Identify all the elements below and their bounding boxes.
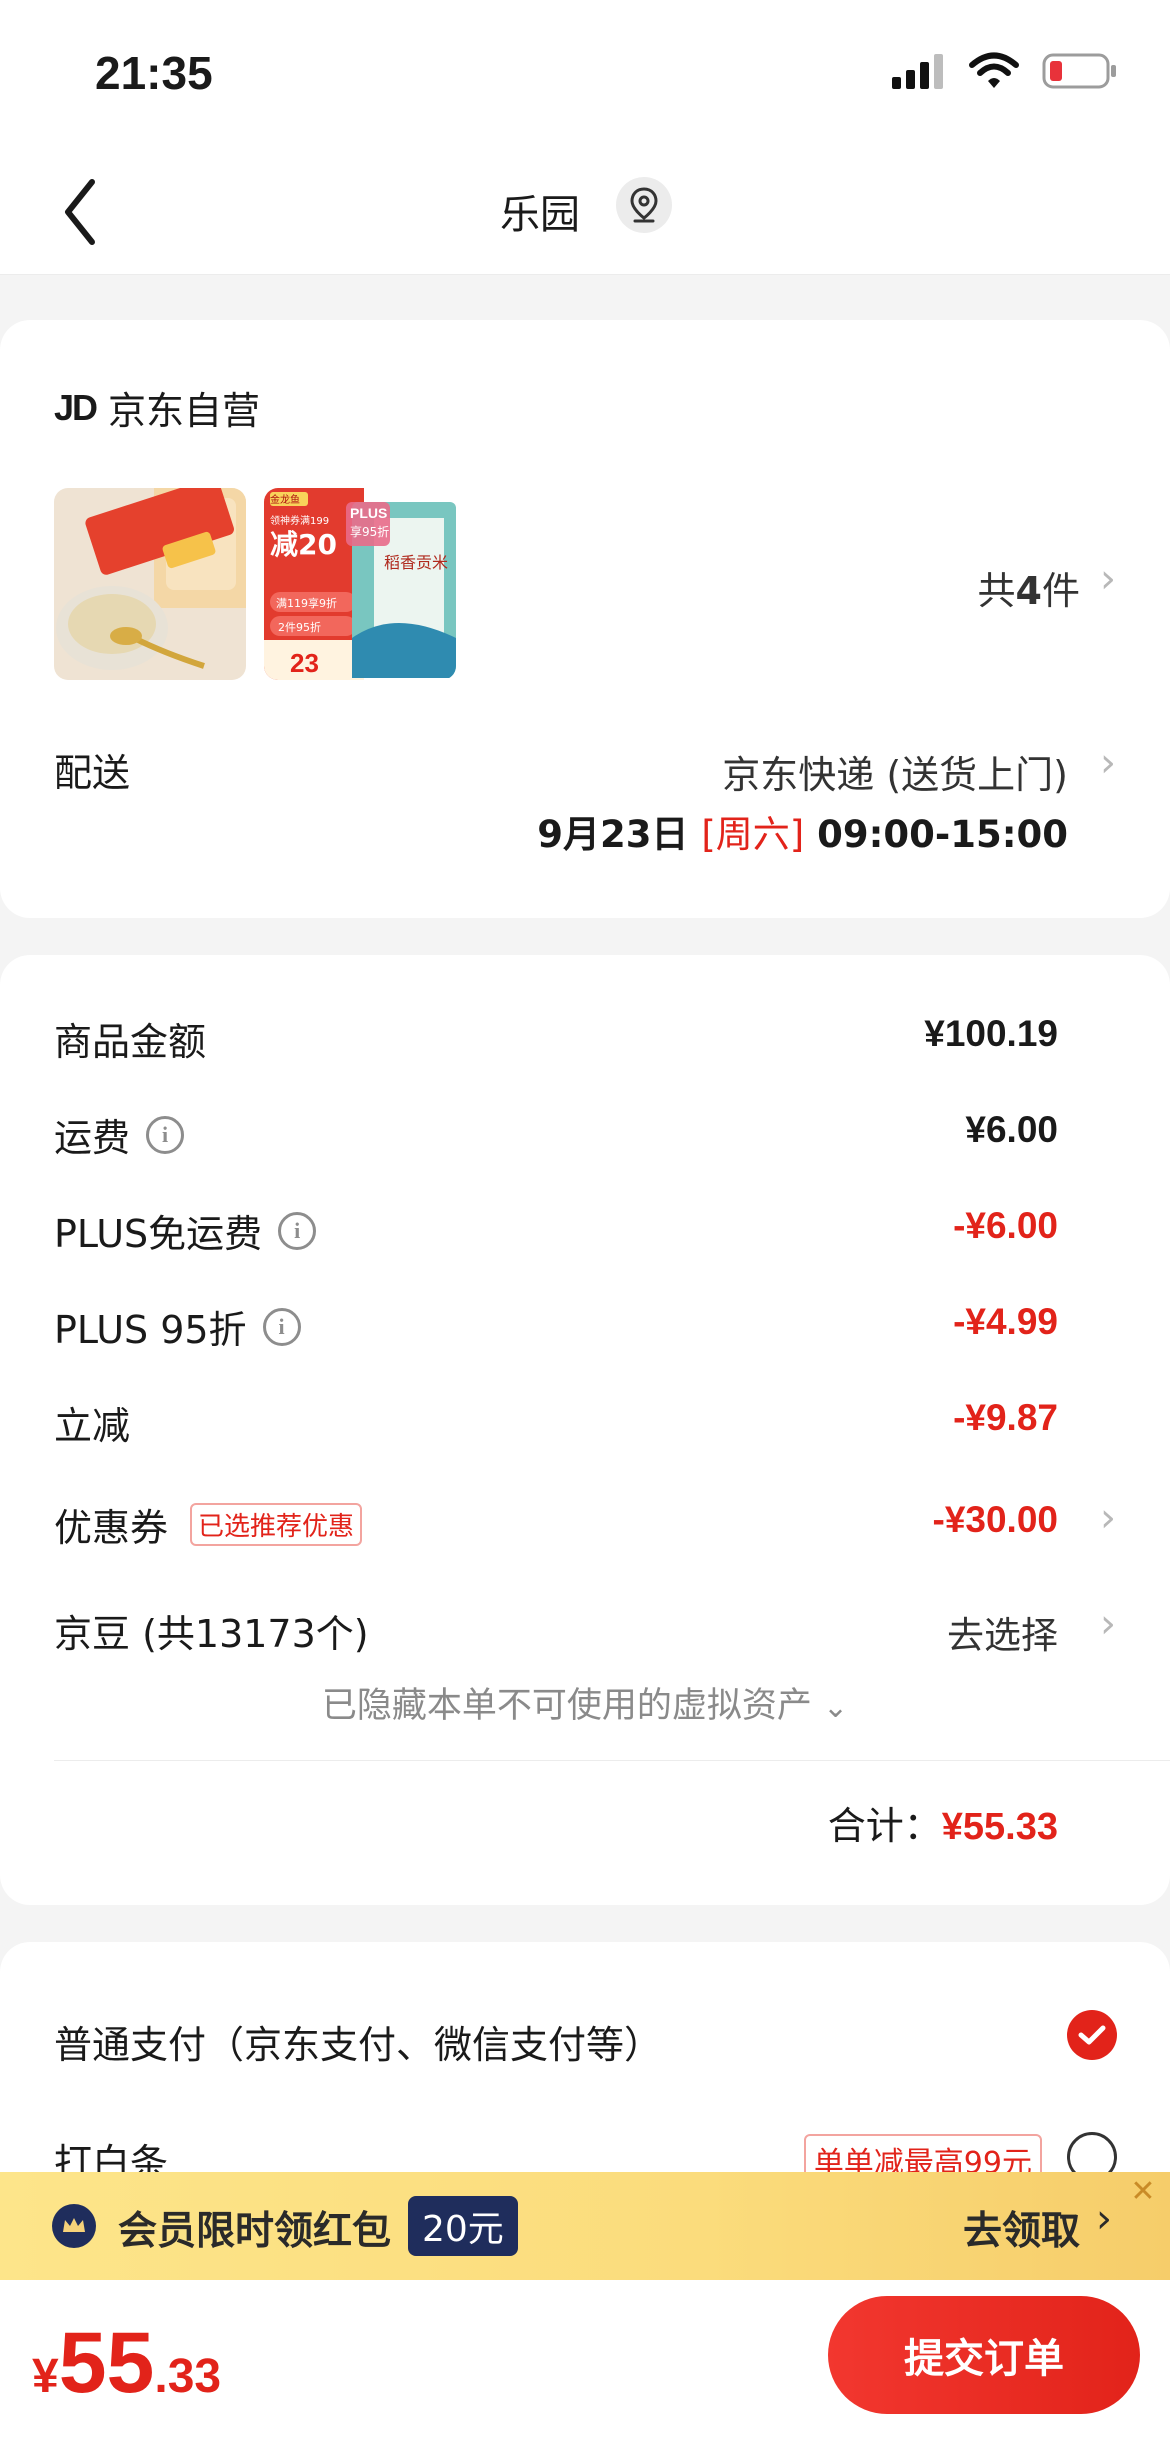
jingdou-chevron-icon[interactable]: › (1100, 1601, 1116, 1647)
banner-chevron-icon[interactable]: › (1096, 2196, 1112, 2242)
crown-icon (52, 2204, 96, 2248)
jd-logo-icon: JD (54, 386, 98, 428)
rice-name-text: 稻香贡米 (384, 553, 448, 572)
total-value: ¥55.33 (941, 1806, 1058, 1848)
rice-plus-sub: 享95折 (350, 524, 389, 539)
item-count[interactable]: 共4件 (978, 560, 1080, 615)
signal-icon (892, 54, 943, 89)
battery-icon (1042, 53, 1116, 89)
shop-name: 京东自营 (108, 389, 261, 433)
delivery-label: 配送 (54, 751, 131, 795)
chevron-down-icon: ⌄ (823, 1690, 849, 1725)
shipping-info-icon[interactable]: i (146, 1115, 185, 1154)
footer-price: ¥55.33 (32, 2314, 221, 2413)
plus-discount-info-icon[interactable]: i (262, 1307, 301, 1346)
plus-discount-value: -¥4.99 (953, 1301, 1058, 1342)
product-thumbnail-biscuit[interactable] (54, 488, 246, 680)
close-icon[interactable]: ✕ (1124, 2172, 1162, 2210)
instant-off-label: 立减 (54, 1404, 131, 1448)
page-title: 乐园 (500, 192, 580, 238)
back-arrow-icon[interactable] (58, 172, 108, 252)
item-list-chevron-icon[interactable]: › (1100, 556, 1116, 602)
wifi-icon (969, 52, 1019, 88)
status-time: 21:35 (95, 47, 213, 99)
total-label: 合计： (827, 1804, 942, 1848)
rice-plus-text: PLUS (350, 505, 387, 521)
delivery-chevron-icon[interactable]: › (1100, 740, 1116, 786)
plus-free-shipping-info-icon[interactable]: i (278, 1211, 317, 1250)
banner-amount-badge: 20元 (408, 2196, 518, 2256)
submit-order-button[interactable]: 提交订单 (828, 2296, 1140, 2414)
goods-amount-label: 商品金额 (54, 1020, 207, 1064)
order-items-card: JD 京东自营 金龙鱼 领神券满199 减20 满119享9折 2件95折 23… (0, 320, 1170, 918)
item-count-number: 4 (1015, 569, 1042, 613)
coupon-row[interactable]: 优惠券 已选推荐优惠 (54, 1497, 363, 1552)
shipping-label: 运费 i (54, 1107, 185, 1162)
jingdou-label: 京豆 (共13173个) (54, 1612, 369, 1656)
plus-free-shipping-label: PLUS免运费 i (54, 1203, 317, 1258)
order-total: 合计：¥55.33 (828, 1795, 1058, 1850)
coupon-chevron-icon[interactable]: › (1100, 1495, 1116, 1541)
instant-off-value: -¥9.87 (953, 1397, 1058, 1438)
jingdou-select[interactable]: 去选择 (947, 1605, 1058, 1659)
hidden-assets-text: 已隐藏本单不可使用的虚拟资产 (321, 1686, 812, 1726)
plus-free-shipping-value: -¥6.00 (953, 1205, 1058, 1246)
price-currency: ¥ (32, 2350, 59, 2403)
status-icons (890, 52, 1118, 90)
item-count-suffix: 件 (1041, 569, 1080, 613)
shop-header: JD 京东自营 (54, 380, 260, 435)
item-count-prefix: 共 (977, 569, 1016, 613)
rice-promo-big: 减20 (270, 528, 337, 561)
coupon-label: 优惠券 (54, 1506, 169, 1550)
banner-text: 会员限时领红包 (118, 2209, 392, 2254)
coupon-value[interactable]: -¥30.00 (933, 1499, 1059, 1541)
price-integer: 55 (58, 2315, 155, 2411)
price-decimal: .33 (154, 2350, 222, 2403)
normal-payment-check-icon[interactable] (1067, 2010, 1117, 2060)
checkout-footer: ¥55.33 提交订单 (0, 2280, 1170, 2448)
nav-bar: 乐园 (0, 150, 1170, 275)
rice-promo-top: 领神券满199 (270, 514, 329, 527)
plus-discount-label: PLUS 95折 i (54, 1299, 301, 1354)
goods-amount-value: ¥100.19 (924, 1013, 1058, 1054)
hidden-assets-toggle[interactable]: 已隐藏本单不可使用的虚拟资产 ⌄ (0, 1677, 1170, 1728)
rice-promo-mid2: 2件95折 (278, 620, 321, 634)
product-thumbnail-rice[interactable]: 金龙鱼 领神券满199 减20 满119享9折 2件95折 23 PLUS 享9… (264, 488, 456, 680)
delivery-time-range: 09:00-15:00 (817, 813, 1068, 856)
rice-promo-mid: 满119享9折 (276, 596, 337, 610)
coupon-tag: 已选推荐优惠 (190, 1503, 363, 1546)
banner-claim-link[interactable]: 去领取 (963, 2200, 1080, 2256)
delivery-weekday: [周六] (701, 813, 805, 856)
location-button[interactable] (616, 177, 672, 233)
rice-brand-text: 金龙鱼 (270, 493, 300, 506)
member-redpacket-banner[interactable]: 会员限时领红包 20元 去领取 › ✕ (0, 2172, 1170, 2280)
shipping-value: ¥6.00 (965, 1109, 1058, 1150)
biscuit-product-image (54, 488, 246, 680)
rice-promo-price: 23 (290, 648, 319, 678)
delivery-method[interactable]: 京东快递 (送货上门) (722, 744, 1068, 799)
status-bar: 21:35 (0, 0, 1170, 150)
delivery-time[interactable]: 9月23日 [周六] 09:00-15:00 (537, 804, 1068, 858)
rice-product-image: 金龙鱼 领神券满199 减20 满119享9折 2件95折 23 PLUS 享9… (264, 488, 456, 680)
delivery-date: 9月23日 (537, 813, 689, 856)
location-pin-icon (630, 187, 658, 223)
divider (54, 1760, 1170, 1761)
normal-payment-option[interactable]: 普通支付（京东支付、微信支付等） (54, 2014, 662, 2069)
price-summary-card: 商品金额 ¥100.19 运费 i ¥6.00 PLUS免运费 i -¥6.00… (0, 955, 1170, 1905)
